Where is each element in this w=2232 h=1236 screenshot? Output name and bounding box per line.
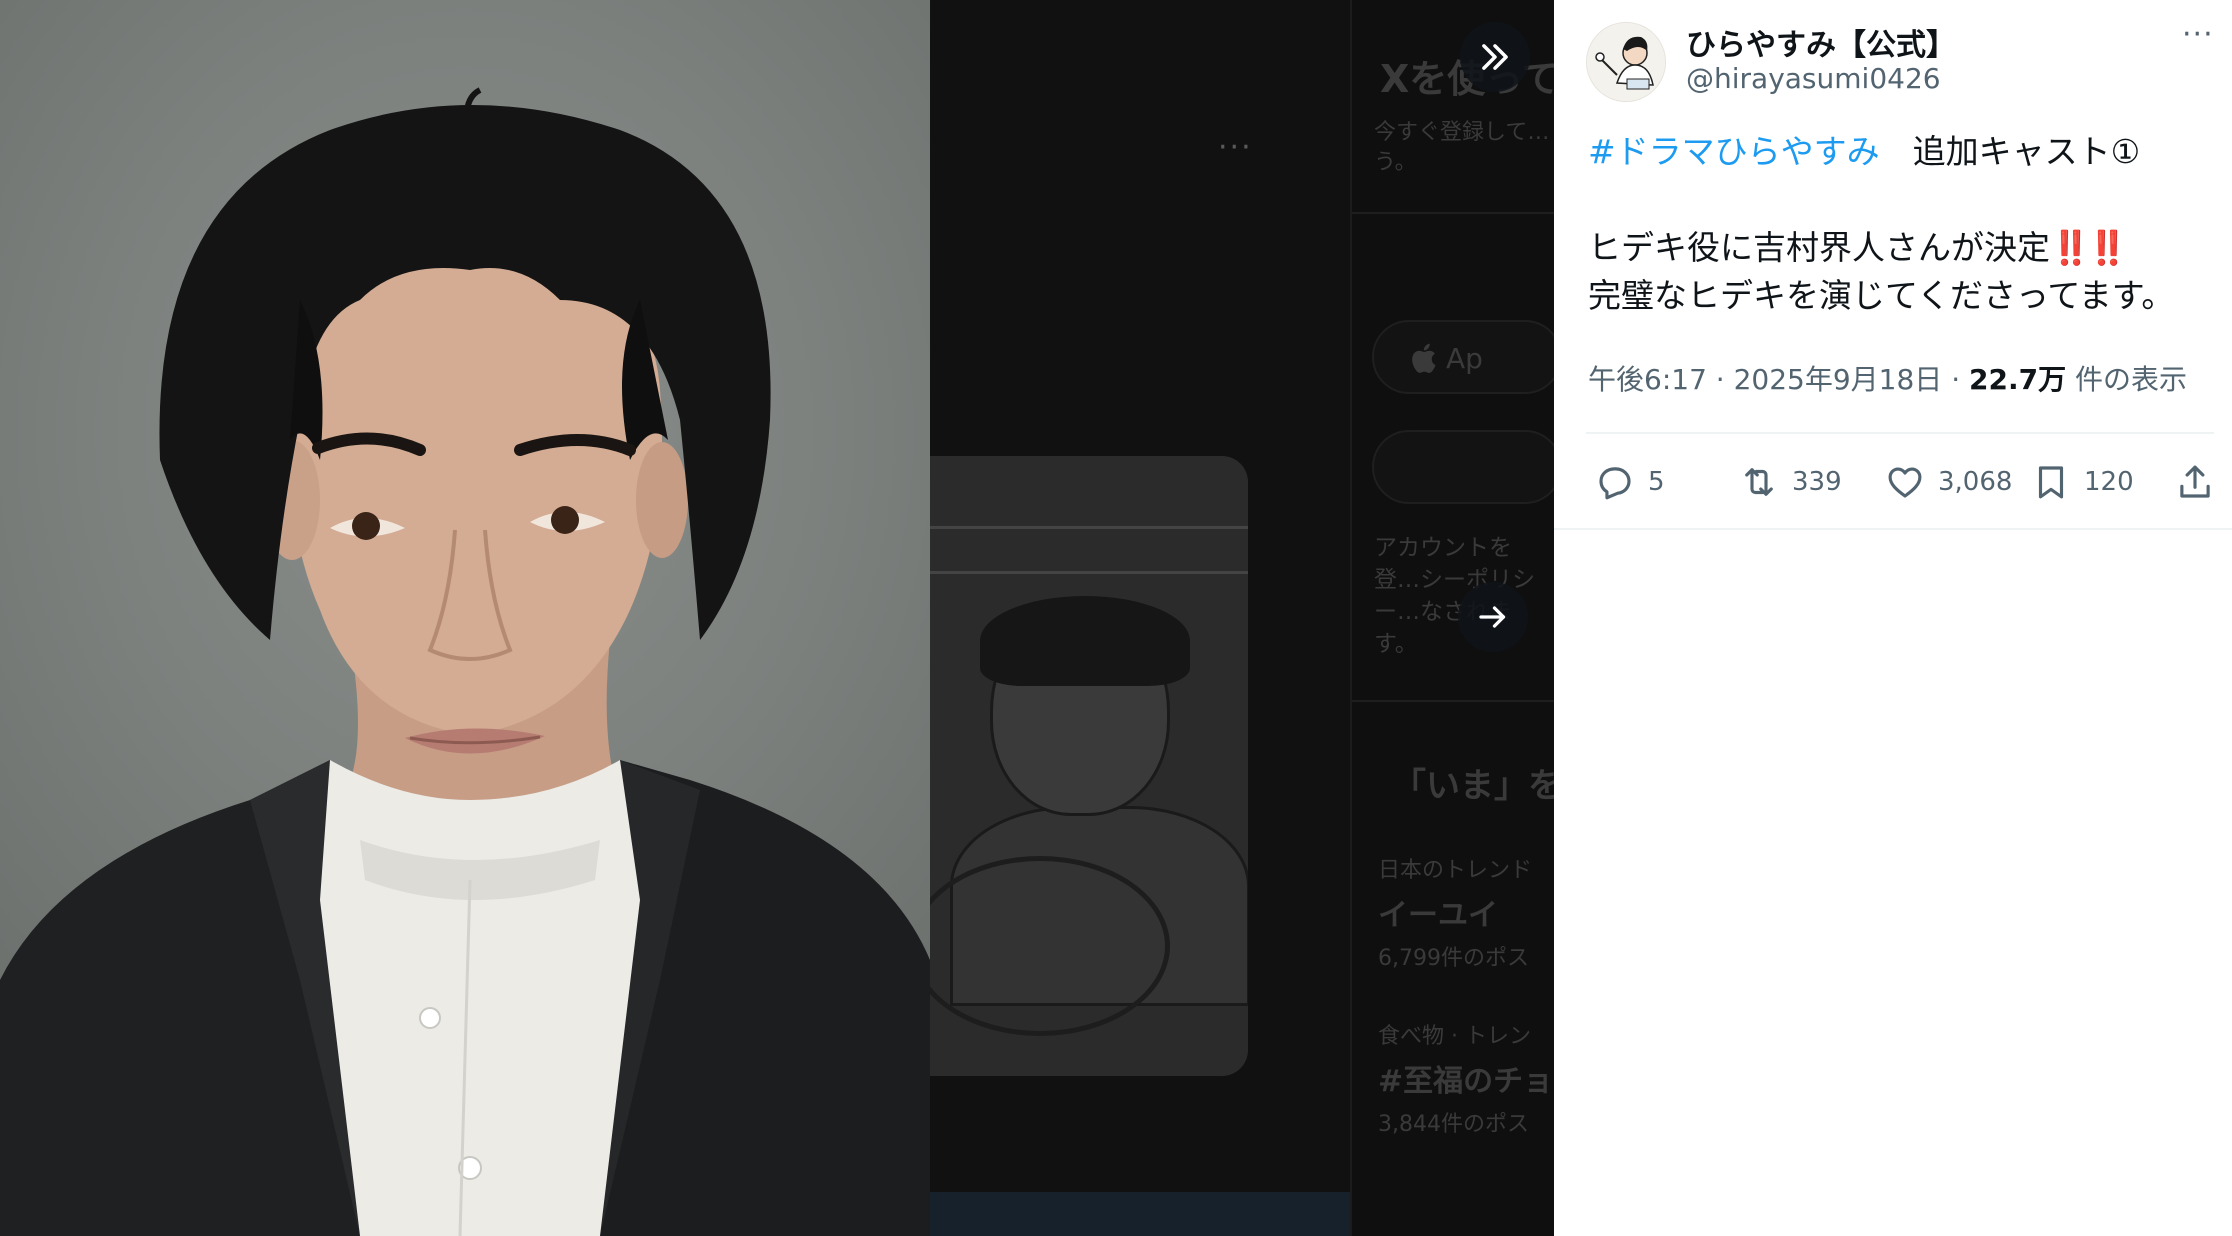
meta-separator: · [1715, 363, 1725, 396]
tweet-line-1: ヒデキ役に吉村界人さんが決定 [1588, 228, 2050, 267]
reply-count: 5 [1648, 467, 1665, 497]
background-apple-button: Ap [1372, 320, 1554, 394]
portrait-illustration [0, 87, 930, 1236]
background-trend-name: #至福のチョ [1378, 1064, 1554, 1099]
user-handle[interactable]: @hirayasumi0426 [1686, 62, 1941, 95]
collapse-panel-button[interactable] [1460, 22, 1530, 92]
media-viewer[interactable]: ··· Xを使って 今すぐ登録して…う。 Ap アカウントを登…シーポリシー…な… [0, 0, 1554, 1236]
tweet-date[interactable]: 2025年9月18日 [1734, 363, 1943, 396]
tweet-detail-panel: ひらやすみ【公式】 @hirayasumi0426 ··· #ドラマひらやすみ … [1554, 0, 2232, 1236]
heart-icon [1888, 467, 1922, 498]
tweet-meta: 午後6:17 · 2025年9月18日 · 22.7万 件の表示 [1588, 358, 2187, 398]
tweet-time[interactable]: 午後6:17 [1588, 363, 1707, 396]
background-trends-heading: 「いま」を [1392, 766, 1554, 806]
divider [1586, 432, 2214, 434]
background-trend-category: 日本のトレンド [1378, 858, 1533, 883]
background-apple-label: Ap [1446, 342, 1483, 375]
divider [1554, 528, 2232, 530]
view-count-label: 件の表示 [2075, 363, 2188, 396]
avatar-illustration [1587, 23, 1665, 101]
avatar[interactable] [1586, 22, 1666, 102]
reply-button[interactable]: 5 [1594, 460, 1665, 504]
like-button[interactable]: 3,068 [1884, 460, 2012, 504]
reply-icon [1599, 467, 1631, 500]
hashtag-link[interactable]: #ドラマひらやすみ [1588, 132, 1880, 171]
tweet-text: #ドラマひらやすみ 追加キャスト① ヒデキ役に吉村界人さんが決定‼️‼️ 完璧な… [1588, 128, 2208, 320]
meta-separator: · [1951, 363, 1961, 396]
double-exclamation-emoji: ‼️‼️ [2050, 228, 2128, 267]
like-count: 3,068 [1938, 467, 2013, 497]
background-trend-count: 6,799件のポス [1378, 946, 1529, 971]
background-signup-button [1372, 430, 1554, 504]
tweet-line-2: 完璧なヒデキを演じてくださってます。 [1588, 276, 2175, 315]
view-count: 22.7万 [1969, 363, 2067, 396]
share-icon [2180, 465, 2210, 498]
tweet-headline: 追加キャスト① [1912, 132, 2141, 171]
apple-icon [1412, 343, 1436, 373]
background-signup-subtitle: 今すぐ登録して…う。 [1374, 120, 1550, 175]
background-trend-count: 3,844件のポス [1378, 1112, 1529, 1137]
more-options-icon[interactable]: ··· [2182, 20, 2222, 60]
arrow-right-icon [1479, 606, 1506, 628]
background-trend-category: 食べ物 · トレン [1378, 1024, 1531, 1049]
background-trend-name: イーユイ [1378, 898, 1498, 933]
background-manga-image [930, 456, 1248, 1076]
bookmark-count: 120 [2084, 467, 2134, 497]
next-image-button[interactable] [1458, 582, 1528, 652]
display-name[interactable]: ひらやすみ【公式】 [1686, 20, 1956, 64]
double-chevron-right-icon [1482, 44, 1508, 70]
bookmark-button[interactable]: 120 [2030, 460, 2134, 504]
share-button[interactable] [2174, 460, 2228, 504]
retweet-button[interactable]: 339 [1738, 460, 1842, 504]
bookmark-icon [2038, 466, 2064, 499]
background-more-icon: ··· [1218, 130, 1253, 165]
retweet-count: 339 [1792, 467, 1842, 497]
retweet-icon [1745, 468, 1773, 496]
tweet-photo[interactable] [0, 0, 930, 1236]
